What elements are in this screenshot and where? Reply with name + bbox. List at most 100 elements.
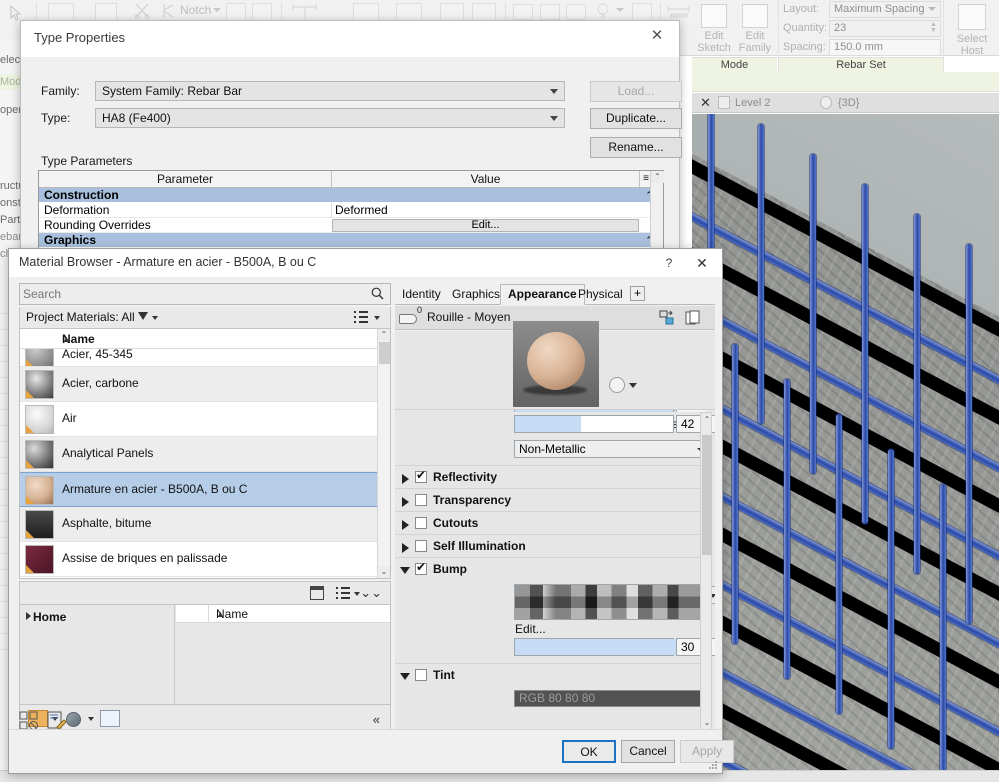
- list-item[interactable]: Analytical Panels: [20, 437, 377, 472]
- library-tree-pane[interactable]: Home: [20, 605, 175, 704]
- mirror-icon[interactable]: [226, 3, 246, 21]
- scrollbar-thumb[interactable]: [702, 435, 712, 555]
- rounding-overrides-edit-button[interactable]: Edit...: [332, 219, 639, 232]
- self-illumination-checkbox[interactable]: [415, 540, 427, 552]
- bump-checkbox[interactable]: [415, 560, 427, 575]
- noise-texture-preview[interactable]: [514, 584, 702, 620]
- expand-icon[interactable]: [402, 497, 409, 507]
- list-item[interactable]: Asphalte, bitume: [20, 507, 377, 542]
- table-row[interactable]: Rounding Overrides Edit...: [39, 218, 663, 233]
- collapse-library-icon[interactable]: ⌄⌄: [360, 585, 382, 601]
- section-tint[interactable]: Tint: [395, 663, 706, 686]
- search-icon[interactable]: [371, 287, 384, 303]
- manage-assets-icon[interactable]: [100, 710, 120, 727]
- project-materials-filter-bar[interactable]: Project Materials: All: [19, 307, 391, 329]
- notch-dropdown-icon[interactable]: [213, 8, 221, 12]
- section-cutouts[interactable]: Cutouts: [395, 511, 706, 534]
- tab-identity[interactable]: Identity: [395, 285, 448, 305]
- scrollbar-thumb[interactable]: [379, 342, 390, 364]
- sort-ascending-icon[interactable]: ▲: [62, 334, 364, 344]
- sort-ascending-icon[interactable]: ▲: [216, 609, 378, 619]
- collapse-icon[interactable]: [400, 567, 410, 574]
- filter-chevron-down-icon[interactable]: [152, 316, 158, 320]
- add-material-globe-icon[interactable]: [66, 712, 81, 727]
- expand-icon[interactable]: [402, 474, 409, 484]
- parameter-value[interactable]: Deformed: [335, 203, 388, 218]
- list-item[interactable]: Assise de briques en palissade: [20, 542, 377, 577]
- list-item[interactable]: Acier, carbone: [20, 367, 377, 402]
- list-item[interactable]: Air: [20, 402, 377, 437]
- join-icon[interactable]: [540, 4, 560, 20]
- expand-icon[interactable]: [402, 520, 409, 530]
- noise-edit-link[interactable]: Edit...: [515, 622, 546, 636]
- bulb-dropdown-icon[interactable]: [616, 8, 624, 12]
- material-asset-browser-icon[interactable]: [19, 711, 39, 730]
- amount-slider[interactable]: [514, 638, 691, 656]
- add-material-chevron-down-icon[interactable]: [88, 717, 94, 721]
- ok-button[interactable]: OK: [562, 740, 616, 763]
- chevron-down-icon[interactable]: [550, 89, 558, 94]
- reflectivity-checkbox[interactable]: [415, 468, 427, 483]
- material-list[interactable]: Name ▲ Acier, 45-345 Acier, carbone Air: [19, 329, 391, 579]
- tint-color-swatch[interactable]: RGB 80 80 80: [514, 690, 702, 707]
- tab-graphics[interactable]: Graphics: [445, 285, 507, 305]
- transparency-checkbox[interactable]: [415, 494, 427, 506]
- material-library-tree[interactable]: Home Name ▲: [19, 605, 391, 705]
- pick-button-partial[interactable]: Pi: [992, 0, 999, 72]
- library-content-pane[interactable]: Name ▲: [176, 605, 390, 704]
- spacing-input[interactable]: 150.0 mm: [829, 39, 941, 56]
- glossiness-slider[interactable]: [514, 415, 674, 433]
- asset-preview[interactable]: [395, 321, 715, 409]
- quantity-stepper[interactable]: 23 ▲ ▼: [829, 20, 941, 37]
- section-bump[interactable]: Bump: [395, 557, 706, 580]
- preview-shape-icon[interactable]: [609, 377, 625, 393]
- family-combobox[interactable]: System Family: Rebar Bar: [95, 81, 565, 101]
- scroll-down-icon[interactable]: ⌄: [702, 717, 712, 728]
- parameter-group-graphics[interactable]: Graphics ⌃: [39, 233, 663, 248]
- close-view-icon[interactable]: ✕: [700, 95, 711, 111]
- library-home-node[interactable]: Home: [26, 610, 66, 624]
- material-list-scrollbar[interactable]: ⌃ ⌄: [377, 329, 390, 578]
- section-reflectivity[interactable]: Reflectivity: [395, 465, 706, 488]
- cancel-button[interactable]: Cancel: [621, 740, 675, 763]
- tint-checkbox[interactable]: [415, 669, 427, 681]
- search-field[interactable]: [19, 283, 391, 305]
- library-list-view-icon[interactable]: [336, 587, 350, 600]
- cutouts-checkbox[interactable]: [415, 517, 427, 529]
- view-tab-level2[interactable]: Level 2: [735, 97, 770, 109]
- extrude-icon[interactable]: [252, 3, 272, 21]
- quantity-spin-icon[interactable]: ▲ ▼: [930, 21, 938, 35]
- help-icon[interactable]: ?: [660, 254, 678, 272]
- duplicate-button[interactable]: Duplicate...: [590, 108, 682, 129]
- scroll-up-icon[interactable]: ⌃: [702, 414, 712, 425]
- table-row[interactable]: Deformation Deformed: [39, 203, 663, 218]
- scroll-down-icon[interactable]: ⌄: [378, 566, 390, 578]
- image-fade-slider[interactable]: [514, 410, 674, 412]
- preview-thumbnail[interactable]: [513, 321, 599, 407]
- resize-grip[interactable]: [709, 761, 718, 770]
- chevron-down-icon[interactable]: [550, 116, 558, 121]
- measure-icon[interactable]: [667, 5, 691, 19]
- section-self-illumination[interactable]: Self Illumination: [395, 534, 706, 557]
- load-button[interactable]: Load...: [590, 81, 682, 102]
- list-item[interactable]: Acier, 45-345: [20, 349, 377, 367]
- list-view-icon[interactable]: [354, 311, 368, 324]
- cut-icon[interactable]: [134, 3, 154, 21]
- edit-material-icon[interactable]: [47, 711, 67, 730]
- view-tab-3d[interactable]: {3D}: [838, 97, 859, 109]
- parameter-group-construction[interactable]: Construction ⌃: [39, 188, 663, 203]
- appearance-scrollbar[interactable]: ⌃ ⌄: [700, 412, 712, 730]
- type-combobox[interactable]: HA8 (Fe400): [95, 108, 565, 128]
- collapse-icon[interactable]: [400, 673, 410, 680]
- rename-button[interactable]: Rename...: [590, 137, 682, 158]
- highlights-dropdown[interactable]: Non-Metallic: [514, 440, 711, 458]
- edit-family-button[interactable]: Edit Family: [735, 2, 775, 54]
- notch-icon[interactable]: [161, 3, 179, 21]
- expand-icon[interactable]: [402, 543, 409, 553]
- select-host-button[interactable]: Select Host: [945, 0, 999, 72]
- list-item-selected[interactable]: Armature en acier - B500A, B ou C: [20, 472, 377, 507]
- duplicate-asset-icon[interactable]: [659, 310, 675, 326]
- show-panel-icon[interactable]: [310, 586, 324, 600]
- bulb-icon[interactable]: [596, 3, 610, 21]
- layout-combobox[interactable]: Maximum Spacing: [829, 1, 941, 18]
